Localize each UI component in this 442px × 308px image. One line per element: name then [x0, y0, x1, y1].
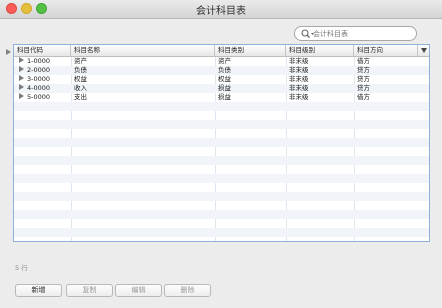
code-cell: 4-0000 [16, 84, 71, 93]
new-button[interactable]: 新增 [15, 284, 62, 297]
empty-row [14, 192, 429, 201]
window-title: 会计科目表 [196, 6, 246, 17]
search-field[interactable] [294, 26, 417, 41]
search-input[interactable] [313, 27, 411, 40]
empty-row [14, 156, 429, 165]
table-row[interactable]: 1-0000 资产 资产 非末级 借方 [14, 57, 429, 66]
direction-cell: 贷方 [357, 84, 370, 92]
name-cell: 支出 [74, 93, 87, 101]
table-row[interactable]: 4-0000 收入 损益 非末级 贷方 [14, 84, 429, 93]
disclosure-triangle-icon[interactable] [19, 57, 24, 63]
disclosure-triangle-icon[interactable] [19, 66, 24, 72]
direction-cell: 借方 [357, 57, 370, 65]
level-cell: 非末级 [289, 93, 309, 101]
empty-row [14, 228, 429, 237]
direction-cell: 贷方 [357, 66, 370, 74]
chevron-down-icon[interactable] [421, 48, 427, 53]
delete-button[interactable]: 删除 [164, 284, 211, 297]
code-cell: 2-0000 [16, 66, 71, 75]
column-header-name[interactable]: 科目名称 [71, 45, 215, 56]
column-header-level[interactable]: 科目级别 [286, 45, 354, 56]
empty-row [14, 210, 429, 219]
table-row[interactable]: 2-0000 负债 负债 非末级 贷方 [14, 66, 429, 75]
window: 会计科目表 科目代码 科目名称 科目类别 科目级别 科目方向 1-0000 资产 [0, 0, 442, 308]
disclosure-triangle-icon[interactable] [19, 75, 24, 81]
code-cell: 1-0000 [16, 57, 71, 66]
direction-cell: 借方 [357, 93, 370, 101]
category-cell: 资产 [218, 57, 231, 65]
column-header-category[interactable]: 科目类别 [215, 45, 286, 56]
name-cell: 负债 [74, 66, 87, 74]
code-text: 3-0000 [27, 75, 51, 83]
empty-row [14, 183, 429, 192]
column-header-code[interactable]: 科目代码 [14, 45, 71, 56]
edit-button[interactable]: 编辑 [115, 284, 162, 297]
level-cell: 非末级 [289, 57, 309, 65]
level-cell: 非末级 [289, 66, 309, 74]
name-cell: 资产 [74, 57, 87, 65]
table-row[interactable]: 5-0000 支出 损益 非末级 借方 [14, 93, 429, 102]
code-text: 2-0000 [27, 66, 51, 74]
empty-row [14, 111, 429, 120]
direction-cell: 贷方 [357, 75, 370, 83]
empty-row [14, 165, 429, 174]
empty-row [14, 129, 429, 138]
name-cell: 收入 [74, 84, 87, 92]
empty-row [14, 219, 429, 228]
copy-button[interactable]: 复制 [66, 284, 113, 297]
code-cell: 3-0000 [16, 75, 71, 84]
table-row[interactable]: 3-0000 权益 权益 非末级 贷方 [14, 75, 429, 84]
empty-row [14, 120, 429, 129]
code-text: 1-0000 [27, 57, 51, 65]
empty-row [14, 174, 429, 183]
name-cell: 权益 [74, 75, 87, 83]
empty-row [14, 237, 429, 241]
title-bar[interactable]: 会计科目表 [0, 0, 442, 19]
column-header-direction[interactable]: 科目方向 [354, 45, 418, 56]
code-text: 5-0000 [27, 93, 51, 101]
category-cell: 损益 [218, 84, 231, 92]
category-cell: 权益 [218, 75, 231, 83]
category-cell: 损益 [218, 93, 231, 101]
level-cell: 非末级 [289, 84, 309, 92]
code-cell: 5-0000 [16, 93, 71, 102]
empty-row [14, 102, 429, 111]
disclosure-triangle-icon[interactable] [19, 84, 24, 90]
empty-row [14, 201, 429, 210]
empty-row [14, 138, 429, 147]
accounts-table[interactable]: 科目代码 科目名称 科目类别 科目级别 科目方向 1-0000 资产 资产 非末… [13, 44, 430, 242]
empty-row [14, 147, 429, 156]
disclosure-triangle-icon[interactable] [19, 93, 24, 99]
table-header: 科目代码 科目名称 科目类别 科目级别 科目方向 [14, 45, 429, 57]
code-text: 4-0000 [27, 84, 51, 92]
current-row-indicator-icon [6, 49, 11, 55]
category-cell: 负债 [218, 66, 231, 74]
level-cell: 非末级 [289, 75, 309, 83]
row-count-label: 5 行 [15, 264, 28, 272]
